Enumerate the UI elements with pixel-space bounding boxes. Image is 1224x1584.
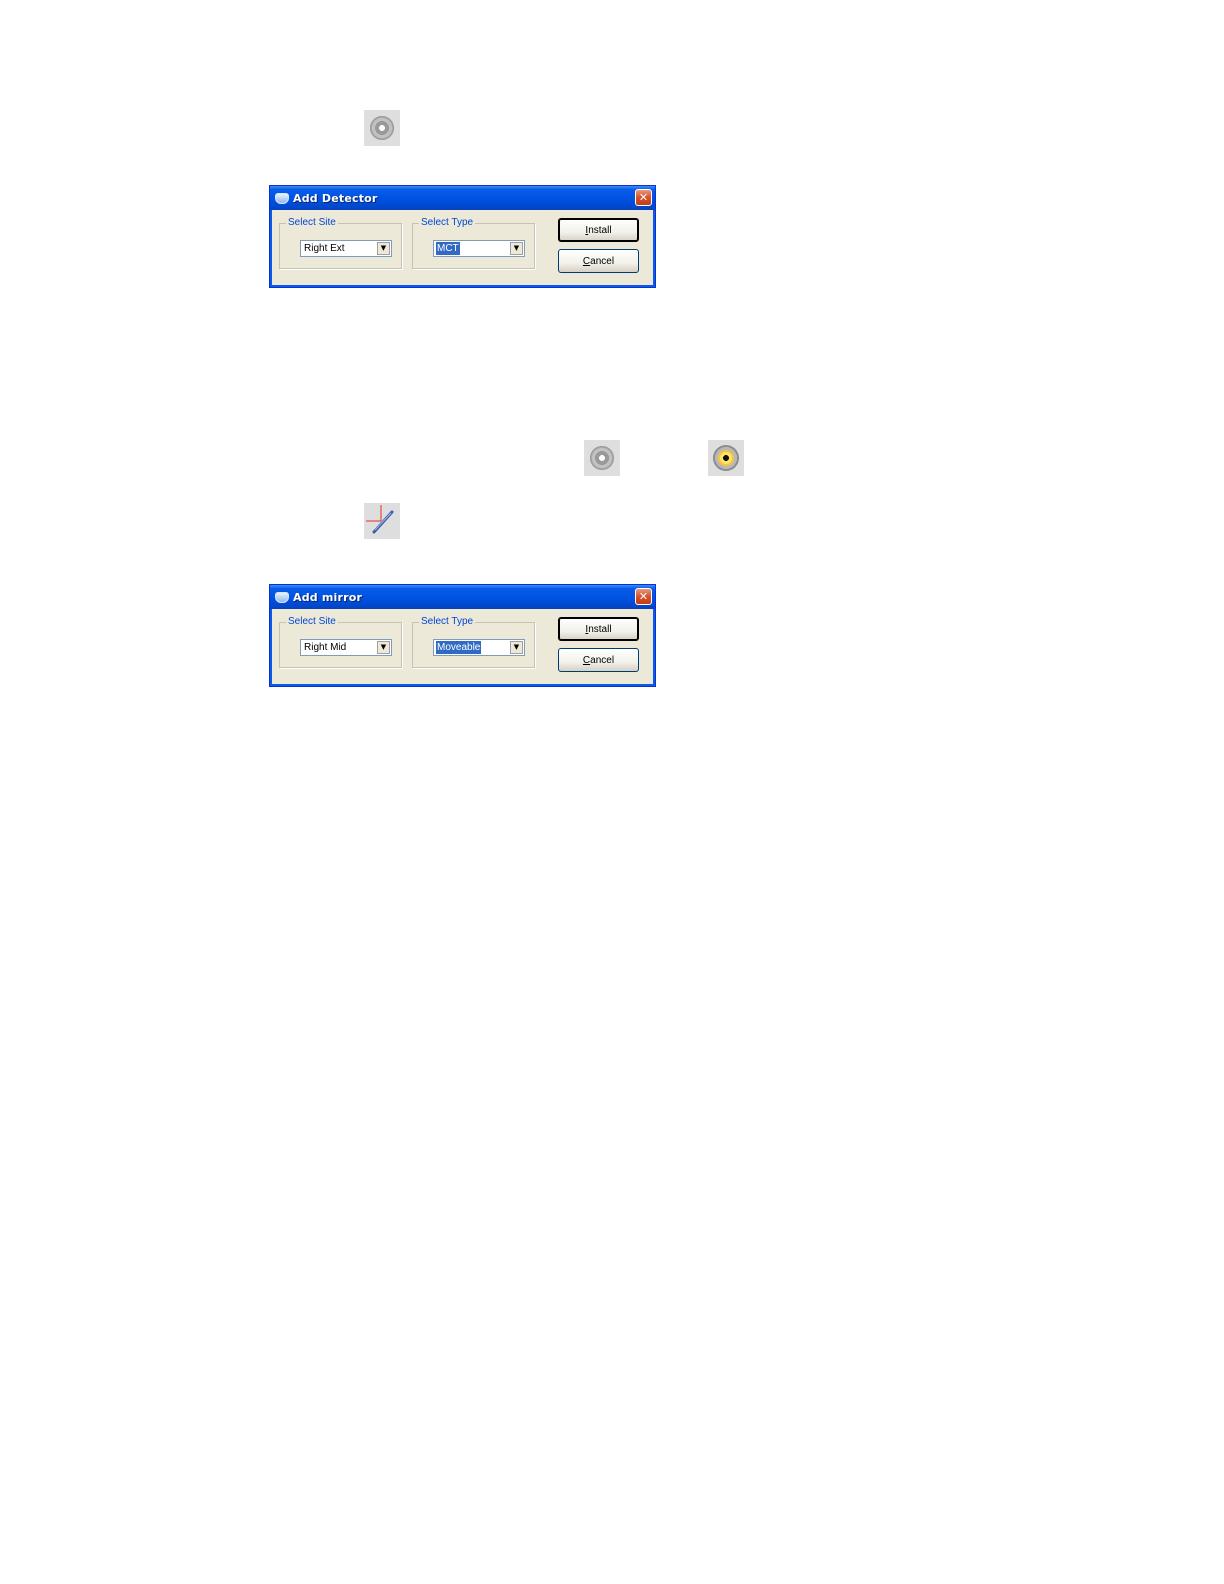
titlebar: Add Detector ✕: [270, 186, 655, 210]
chevron-down-icon[interactable]: ▼: [377, 242, 390, 255]
cancel-label: ancel: [590, 255, 615, 267]
select-site-dropdown[interactable]: Right Ext ▼: [300, 240, 392, 257]
dialog-title: Add mirror: [293, 590, 363, 604]
select-site-dropdown[interactable]: Right Mid ▼: [300, 639, 392, 656]
cancel-button[interactable]: Cancel: [558, 249, 639, 273]
select-site-group: Select Site Right Mid ▼: [279, 615, 402, 668]
select-type-label: Select Type: [419, 216, 476, 230]
chevron-down-icon[interactable]: ▼: [510, 242, 523, 255]
titlebar: Add mirror ✕: [270, 585, 655, 609]
cancel-label: ancel: [590, 654, 615, 666]
install-button[interactable]: Install: [558, 218, 639, 242]
close-button[interactable]: ✕: [635, 189, 652, 206]
add-mirror-dialog: Add mirror ✕ Select Site Right Mid ▼ Sel…: [269, 584, 656, 687]
select-type-dropdown[interactable]: MCT ▼: [433, 240, 525, 257]
add-detector-dialog: Add Detector ✕ Select Site Right Ext ▼ S…: [269, 185, 656, 288]
cancel-mnemonic: C: [582, 654, 591, 666]
select-type-label: Select Type: [419, 615, 476, 629]
detector-active-icon: [713, 445, 739, 471]
mirror-icon: [366, 505, 394, 534]
app-icon: [275, 591, 289, 603]
cancel-button[interactable]: Cancel: [558, 648, 639, 672]
select-type-group: Select Type MCT ▼: [412, 216, 535, 269]
close-icon: ✕: [638, 191, 649, 204]
select-site-value: Right Mid: [304, 642, 347, 653]
mirror-tool-icon[interactable]: [364, 503, 400, 539]
select-site-label: Select Site: [286, 216, 338, 230]
cancel-mnemonic: C: [582, 255, 591, 267]
chevron-down-icon[interactable]: ▼: [377, 641, 390, 654]
select-type-group: Select Type Moveable ▼: [412, 615, 535, 668]
app-icon: [275, 192, 289, 204]
detector-active-tile: [708, 440, 744, 476]
select-site-label: Select Site: [286, 615, 338, 629]
detector-tool-icon[interactable]: [364, 110, 400, 146]
close-button[interactable]: ✕: [635, 588, 652, 605]
chevron-down-icon[interactable]: ▼: [510, 641, 523, 654]
detector-inactive-icon: [590, 446, 614, 470]
select-type-value: Moveable: [436, 641, 482, 654]
install-label: nstall: [588, 224, 612, 236]
select-site-value: Right Ext: [304, 243, 345, 254]
dialog-title: Add Detector: [293, 191, 378, 205]
select-type-dropdown[interactable]: Moveable ▼: [433, 639, 525, 656]
detector-icon: [370, 116, 394, 140]
select-type-value: MCT: [436, 242, 460, 255]
install-button[interactable]: Install: [558, 617, 639, 641]
install-label: nstall: [588, 623, 612, 635]
close-icon: ✕: [638, 590, 649, 603]
select-site-group: Select Site Right Ext ▼: [279, 216, 402, 269]
detector-inactive-tile: [584, 440, 620, 476]
